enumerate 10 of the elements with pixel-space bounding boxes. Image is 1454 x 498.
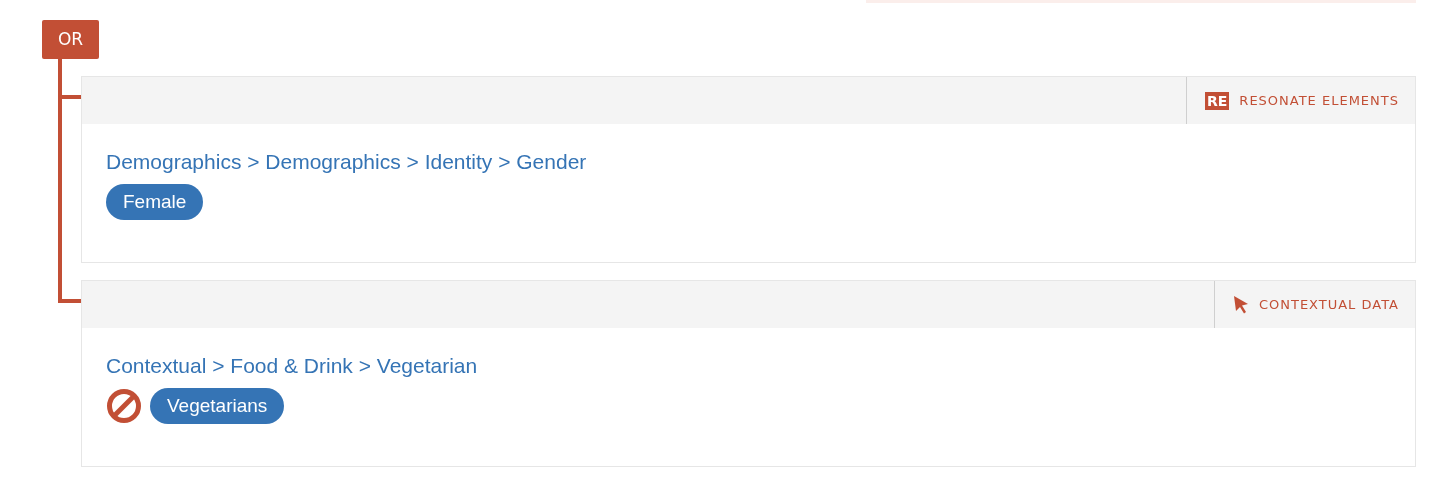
source-text: RESONATE ELEMENTS bbox=[1239, 93, 1399, 108]
tag-pill[interactable]: Vegetarians bbox=[150, 388, 285, 424]
cursor-icon bbox=[1232, 294, 1249, 315]
tag-pill[interactable]: Female bbox=[106, 184, 204, 220]
source-text: CONTEXTUAL DATA bbox=[1258, 297, 1399, 312]
category-path[interactable]: Demographics > Demographics > Identity > Gender bbox=[106, 150, 1391, 174]
category-path[interactable]: Contextual > Food & Drink > Vegetarian bbox=[106, 354, 1391, 378]
logo-icon: RE bbox=[1205, 91, 1230, 110]
exclude-icon[interactable] bbox=[106, 388, 142, 424]
operator-badge: OR bbox=[42, 20, 99, 59]
